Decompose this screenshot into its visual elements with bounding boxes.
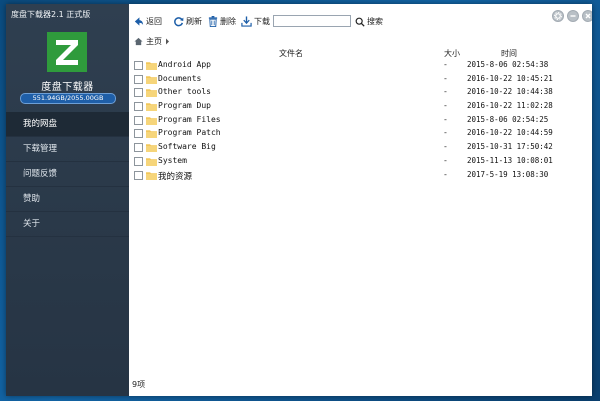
delete-label: 删除 bbox=[220, 17, 236, 26]
row-checkbox[interactable] bbox=[134, 102, 143, 112]
app-window: 度盘下载器2.1 正式版 度盘下载器 551.94GB/2055.00GB 我的… bbox=[6, 4, 592, 396]
settings-button[interactable] bbox=[552, 10, 564, 22]
row-checkbox[interactable] bbox=[134, 61, 143, 70]
search-input[interactable] bbox=[273, 15, 351, 27]
file-time: 2015-10-31 17:50:42 bbox=[467, 142, 553, 152]
row-checkbox[interactable] bbox=[134, 129, 143, 139]
file-time: 2015-8-06 02:54:38 bbox=[467, 60, 549, 69]
search-icon bbox=[355, 17, 365, 27]
chevron-right-icon bbox=[166, 38, 169, 45]
close-button[interactable] bbox=[582, 10, 592, 22]
file-name[interactable]: Software Big bbox=[158, 142, 216, 151]
breadcrumb: 主页 bbox=[134, 36, 170, 47]
main-panel: 返回 刷新 删除 下载 搜索 主页 文件名 大小 时间 Android App … bbox=[129, 4, 592, 396]
table-row[interactable]: 我的资源 - 2017-5-19 13:08:30 bbox=[129, 169, 592, 183]
file-size: - bbox=[444, 101, 447, 111]
search-label: 搜索 bbox=[367, 17, 383, 26]
file-name[interactable]: 我的资源 bbox=[158, 170, 192, 182]
file-size: - bbox=[444, 155, 447, 165]
row-checkbox[interactable] bbox=[134, 88, 143, 98]
sidebar-nav: 我的网盘 下载管理 问题反馈 赞助 关于 bbox=[6, 112, 129, 237]
file-size: - bbox=[444, 114, 447, 124]
table-row[interactable]: System - 2015-11-13 10:08:01 bbox=[129, 155, 592, 169]
window-title: 度盘下载器2.1 正式版 bbox=[11, 10, 91, 19]
file-name[interactable]: Program Files bbox=[158, 115, 221, 124]
file-name[interactable]: Android App bbox=[158, 60, 211, 69]
file-name[interactable]: Other tools bbox=[158, 87, 211, 96]
file-list: Android App - 2015-8-06 02:54:38 Documents -… bbox=[129, 59, 592, 182]
row-checkbox[interactable] bbox=[134, 115, 143, 125]
file-size: - bbox=[444, 60, 447, 69]
refresh-label: 刷新 bbox=[186, 17, 202, 26]
file-name[interactable]: System bbox=[158, 156, 187, 165]
table-row[interactable]: Documents - 2016-10-22 10:45:21 bbox=[129, 73, 592, 87]
table-row[interactable]: Program Patch - 2016-10-22 10:44:59 bbox=[129, 127, 592, 141]
file-time: 2016-10-22 10:44:38 bbox=[467, 87, 553, 97]
folder-icon bbox=[146, 89, 157, 98]
file-time: 2016-10-22 10:45:21 bbox=[467, 73, 553, 83]
file-size: - bbox=[444, 128, 447, 138]
sidebar: 度盘下载器2.1 正式版 度盘下载器 551.94GB/2055.00GB 我的… bbox=[6, 4, 129, 396]
column-header-time[interactable]: 时间 bbox=[501, 48, 517, 59]
download-label: 下载 bbox=[254, 17, 270, 26]
table-row[interactable]: Other tools - 2016-10-22 10:44:38 bbox=[129, 86, 592, 100]
trash-icon bbox=[208, 16, 218, 27]
folder-icon bbox=[146, 62, 157, 70]
sidebar-item-feedback[interactable]: 问题反馈 bbox=[6, 162, 129, 187]
minimize-icon bbox=[570, 15, 576, 17]
folder-icon bbox=[146, 116, 157, 125]
breadcrumb-home[interactable]: 主页 bbox=[146, 36, 162, 47]
file-name[interactable]: Documents bbox=[158, 74, 201, 83]
toolbar: 返回 刷新 删除 下载 搜索 bbox=[129, 4, 592, 32]
file-size: - bbox=[444, 87, 447, 97]
row-checkbox[interactable] bbox=[134, 170, 143, 180]
table-row[interactable]: Program Dup - 2016-10-22 11:02:28 bbox=[129, 100, 592, 114]
column-header-name[interactable]: 文件名 bbox=[279, 48, 303, 59]
row-checkbox[interactable] bbox=[134, 156, 143, 166]
app-logo-icon bbox=[47, 32, 87, 72]
file-time: 2015-8-06 02:54:25 bbox=[467, 114, 549, 124]
row-checkbox[interactable] bbox=[134, 143, 143, 153]
sidebar-item-about[interactable]: 关于 bbox=[6, 212, 129, 237]
file-size: - bbox=[444, 142, 447, 152]
folder-icon bbox=[146, 171, 157, 180]
folder-icon bbox=[146, 158, 157, 166]
file-time: 2017-5-19 13:08:30 bbox=[467, 169, 549, 179]
folder-icon bbox=[146, 75, 157, 84]
refresh-icon bbox=[174, 17, 184, 27]
file-time: 2016-10-22 11:02:28 bbox=[467, 101, 553, 111]
home-icon bbox=[134, 37, 143, 46]
column-header-size[interactable]: 大小 bbox=[444, 48, 460, 59]
app-name: 度盘下载器 bbox=[41, 82, 94, 93]
file-name[interactable]: Program Dup bbox=[158, 101, 211, 110]
row-checkbox[interactable] bbox=[134, 74, 143, 84]
sidebar-item-my-disk[interactable]: 我的网盘 bbox=[6, 112, 129, 137]
minimize-button[interactable] bbox=[567, 10, 579, 22]
back-button[interactable]: 返回 bbox=[133, 15, 162, 28]
file-time: 2015-11-13 10:08:01 bbox=[467, 155, 553, 165]
file-name[interactable]: Program Patch bbox=[158, 128, 221, 137]
back-arrow-icon bbox=[134, 17, 144, 26]
refresh-button[interactable]: 刷新 bbox=[173, 15, 202, 28]
sidebar-item-downloads[interactable]: 下载管理 bbox=[6, 137, 129, 162]
file-time: 2016-10-22 10:44:59 bbox=[467, 128, 553, 138]
table-row[interactable]: Program Files - 2015-8-06 02:54:25 bbox=[129, 114, 592, 128]
close-icon bbox=[585, 13, 591, 19]
file-size: - bbox=[444, 73, 447, 83]
download-icon bbox=[241, 16, 252, 27]
sidebar-item-donate[interactable]: 赞助 bbox=[6, 187, 129, 212]
folder-icon bbox=[146, 103, 157, 112]
back-label: 返回 bbox=[146, 17, 162, 26]
gear-icon bbox=[553, 11, 563, 21]
search-button[interactable]: 搜索 bbox=[355, 15, 383, 28]
table-row[interactable]: Software Big - 2015-10-31 17:50:42 bbox=[129, 141, 592, 155]
storage-usage-bar: 551.94GB/2055.00GB bbox=[20, 93, 116, 104]
delete-button[interactable]: 删除 bbox=[208, 15, 236, 28]
table-row[interactable]: Android App - 2015-8-06 02:54:38 bbox=[129, 59, 592, 73]
download-button[interactable]: 下载 bbox=[241, 15, 270, 28]
folder-icon bbox=[146, 144, 157, 153]
folder-icon bbox=[146, 130, 157, 139]
status-item-count: 9项 bbox=[132, 380, 146, 389]
file-size: - bbox=[444, 169, 447, 179]
